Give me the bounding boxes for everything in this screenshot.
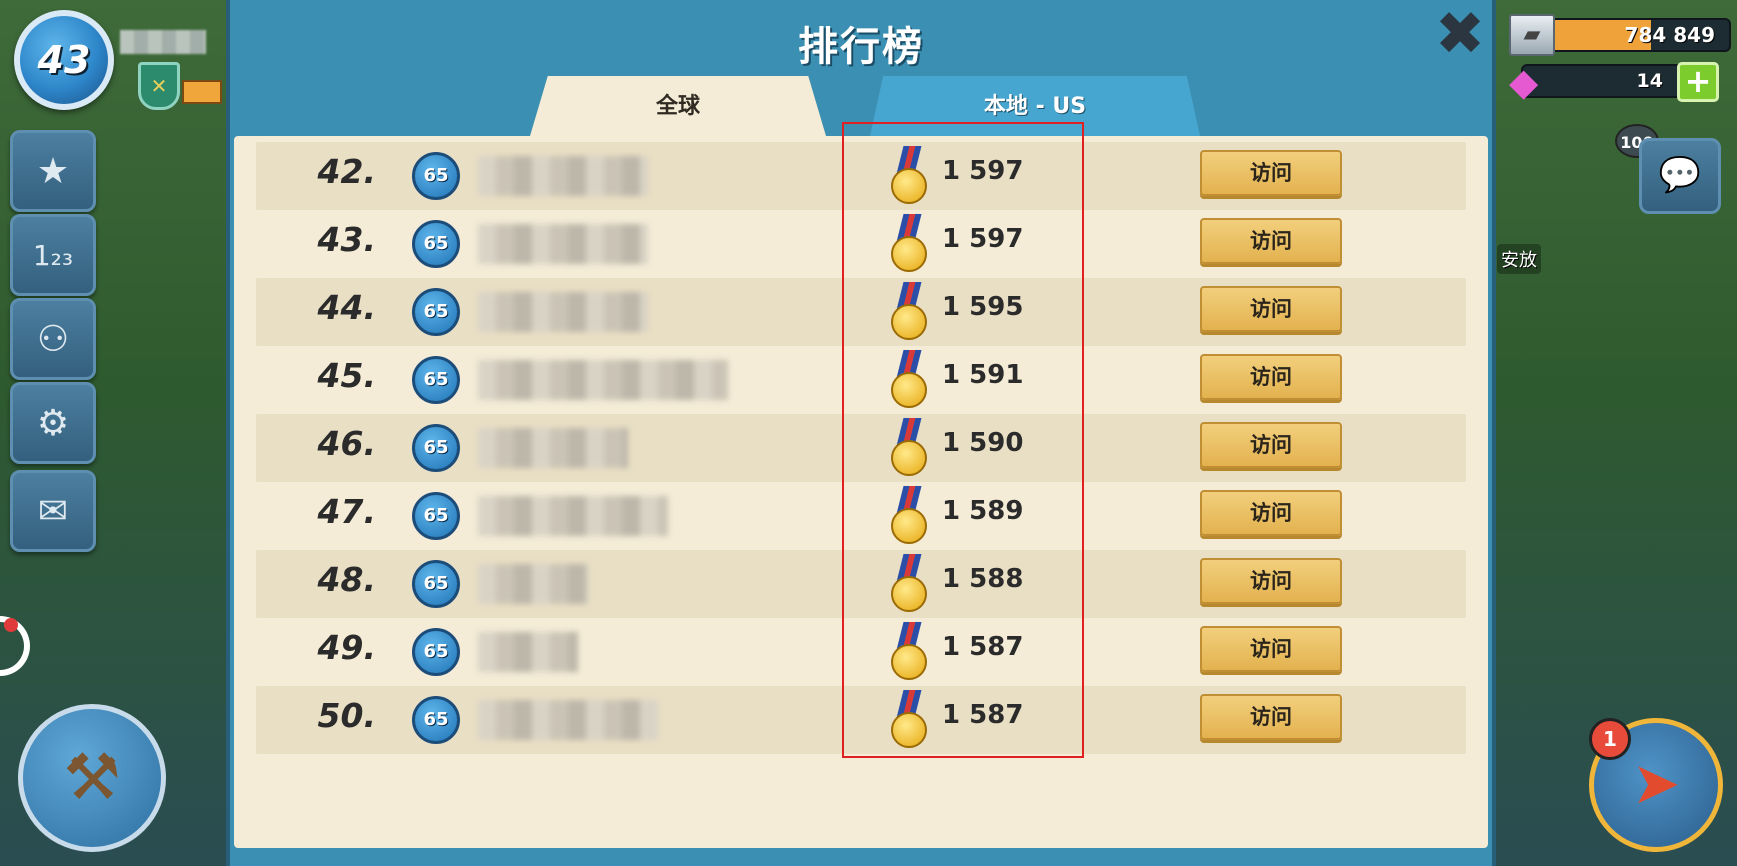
player-name-blurred [478, 496, 668, 536]
xp-progress-bar [182, 80, 222, 104]
player-level-badge: 65 [412, 424, 460, 472]
player-level-badge: 65 [412, 696, 460, 744]
player-level-badge: 65 [412, 628, 460, 676]
player-name-blurred [478, 700, 658, 740]
player-level-badge: 65 [412, 492, 460, 540]
gems-value: 14 [1636, 70, 1663, 92]
highlight-box [842, 122, 1084, 758]
hammer-icon[interactable]: ⚒ [18, 704, 166, 852]
compass-count-badge: 1 [1589, 718, 1631, 760]
leaderboard-panel: 排行榜 ✖ 全球 本地 - US 42. 65 1 597 访问 43. 65 … [226, 0, 1496, 866]
visit-button[interactable]: 访问 [1200, 422, 1342, 468]
player-level-badge: 65 [412, 220, 460, 268]
social-icon[interactable]: ⚇ [10, 298, 96, 380]
visit-button[interactable]: 访问 [1200, 490, 1342, 536]
notification-dot [4, 618, 18, 632]
map-label[interactable]: 安放 [1497, 244, 1541, 274]
player-name-blurred [478, 428, 628, 468]
visit-button[interactable]: 访问 [1200, 150, 1342, 196]
rank-number: 47. [317, 492, 376, 531]
left-hud: 43 ✕ ★ 1₂₃ ⚇ ⚙ ✉ ⚒ [0, 0, 230, 866]
player-name-blurred [478, 156, 648, 196]
player-level-badge[interactable]: 43 [14, 10, 114, 110]
iron-value: 784 849 [1624, 23, 1715, 47]
visit-button[interactable]: 访问 [1200, 558, 1342, 604]
star-icon[interactable]: ★ [10, 130, 96, 212]
gear-icon[interactable]: ⚙ [10, 382, 96, 464]
rank-shield-icon[interactable]: ✕ [138, 62, 180, 110]
rank-number: 48. [317, 560, 376, 599]
leaderboard-icon[interactable]: 1₂₃ [10, 214, 96, 296]
add-gems-button[interactable]: + [1677, 62, 1719, 102]
player-level-badge: 65 [412, 288, 460, 336]
rank-number: 42. [317, 152, 376, 191]
player-name-blurred [478, 292, 648, 332]
gems-resource-bar: ◆ 14 [1509, 60, 1689, 104]
iron-resource-bar: ▰ 784 849 [1509, 14, 1731, 56]
page-title: 排行榜 [798, 24, 924, 70]
player-level-badge: 65 [412, 560, 460, 608]
tab-global[interactable]: 全球 [530, 76, 826, 136]
rank-number: 50. [317, 696, 376, 735]
player-name-blurred [478, 360, 728, 400]
visit-button[interactable]: 访问 [1200, 694, 1342, 740]
gem-icon: ◆ [1509, 60, 1539, 104]
iron-ingot-icon: ▰ [1509, 14, 1555, 56]
visit-button[interactable]: 访问 [1200, 354, 1342, 400]
player-level-badge: 65 [412, 356, 460, 404]
chat-icon[interactable]: 💬 [1639, 138, 1721, 214]
player-name-blurred [478, 632, 578, 672]
visit-button[interactable]: 访问 [1200, 218, 1342, 264]
visit-button[interactable]: 访问 [1200, 286, 1342, 332]
rank-number: 49. [317, 628, 376, 667]
rank-number: 43. [317, 220, 376, 259]
rank-number: 45. [317, 356, 376, 395]
mail-icon[interactable]: ✉ [10, 470, 96, 552]
close-icon[interactable]: ✖ [1430, 4, 1490, 64]
player-name-blurred [120, 30, 206, 54]
player-name-blurred [478, 564, 588, 604]
visit-button[interactable]: 访问 [1200, 626, 1342, 672]
right-hud: ▰ 784 849 ◆ 14 + 100 💬 安放 ➤ 1 [1497, 0, 1737, 866]
player-level: 43 [37, 38, 91, 82]
rank-number: 44. [317, 288, 376, 327]
player-name-blurred [478, 224, 648, 264]
rank-number: 46. [317, 424, 376, 463]
player-level-badge: 65 [412, 152, 460, 200]
